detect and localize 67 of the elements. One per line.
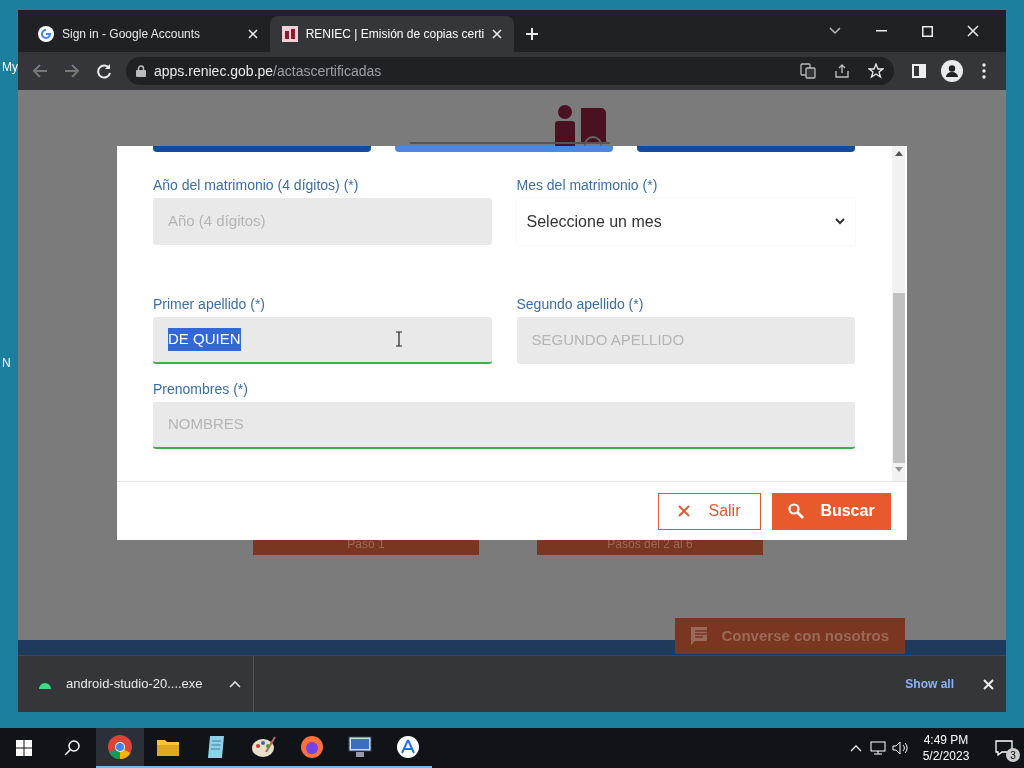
scrollbar-thumb[interactable] [892, 293, 905, 463]
person-icon [941, 60, 963, 82]
firefox-icon [301, 736, 323, 758]
close-icon[interactable] [492, 29, 502, 39]
taskbar-app-button[interactable] [96, 728, 144, 768]
month-select[interactable]: Seleccione un mes [516, 198, 855, 245]
input-field[interactable]: DE QUIEN [153, 317, 492, 364]
field-label: Segundo apellido (*) [516, 295, 645, 313]
profile-button[interactable] [938, 57, 966, 85]
browser-tab[interactable]: RENIEC | Emisión de copias certi [270, 16, 514, 52]
notepad-icon [206, 736, 226, 758]
download-file-name[interactable]: android-studio-20....exe [66, 674, 203, 694]
scroll-down-icon [894, 467, 903, 472]
close-icon [678, 505, 691, 517]
google-icon [38, 26, 54, 42]
desktop-icon-label[interactable]: My [2, 58, 18, 76]
app-store-icon [397, 736, 419, 758]
folder-icon [157, 738, 179, 756]
chevron-down-icon [829, 27, 841, 35]
show-all-link[interactable]: Show all [905, 675, 954, 693]
search-icon [788, 503, 805, 519]
search-icon [64, 740, 80, 756]
scroll-up-icon [894, 151, 903, 156]
search-button[interactable]: Buscar [772, 492, 891, 530]
tab-title: Sign in - Google Accounts [62, 26, 202, 43]
windows-icon [16, 740, 32, 756]
plus-icon [525, 27, 539, 41]
chevron-up-icon[interactable] [850, 744, 862, 752]
text-cursor-icon [395, 331, 403, 347]
back-arrow-icon [32, 63, 48, 79]
chevron-up-icon [228, 680, 241, 688]
reload-icon [96, 63, 112, 79]
speaker-icon[interactable] [892, 741, 908, 755]
exit-button[interactable]: Salir [658, 492, 761, 530]
share-icon [834, 63, 850, 79]
computer-icon [348, 736, 372, 758]
field-label: Prenombres (*) [153, 380, 249, 398]
minimize-icon [875, 30, 887, 32]
translate-icon [800, 63, 816, 79]
field-label: Mes del matrimonio (*) [516, 176, 659, 194]
chevron-down-icon [835, 218, 845, 225]
close-icon [967, 25, 979, 37]
palette-icon [252, 736, 276, 758]
field-label: Año del matrimonio (4 dígitos) (*) [153, 176, 360, 194]
clock-time[interactable]: 4:49 PM [923, 732, 969, 748]
forward-arrow-icon [64, 63, 80, 79]
scrollbar[interactable] [892, 146, 905, 481]
side-panel-icon [912, 64, 926, 78]
site-logo-icon [282, 26, 298, 42]
url-text: apps.reniec.gob.pe/actascertificadas [154, 61, 382, 81]
maximize-icon [921, 25, 933, 37]
close-icon [982, 678, 994, 690]
close-icon[interactable] [248, 29, 258, 39]
star-icon [868, 63, 884, 79]
address-bar[interactable]: apps.reniec.gob.pe/actascertificadas [126, 57, 894, 85]
notification-count: 3 [1006, 748, 1020, 762]
menu-icon [982, 63, 986, 79]
tab-title: RENIEC | Emisión de copias certi [305, 26, 485, 43]
field-label: Primer apellido (*) [153, 295, 267, 313]
chat-icon [691, 627, 708, 645]
lock-icon [136, 65, 146, 77]
network-icon[interactable] [870, 741, 886, 755]
desktop-icon-label[interactable]: N [2, 354, 11, 372]
browser-tab[interactable]: Sign in - Google Accounts [26, 16, 270, 52]
notifications-button[interactable]: 3 [984, 728, 1024, 768]
chrome-icon [108, 735, 132, 759]
clock-date[interactable]: 5/2/2023 [922, 748, 970, 764]
